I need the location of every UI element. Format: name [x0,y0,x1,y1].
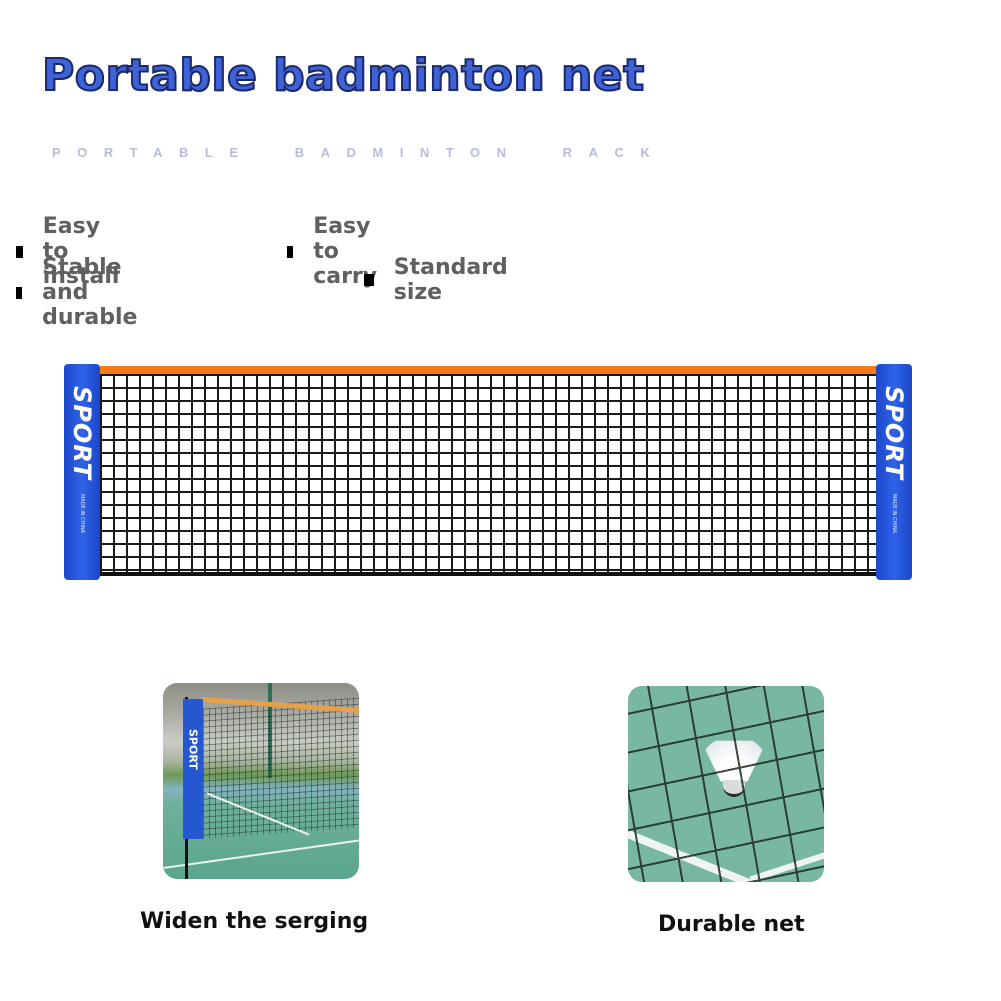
page-subtitle: PORTABLE BADMINTON RACK [52,145,667,160]
mini-pole-label: SPORT [186,729,200,770]
net-top-band [100,366,878,374]
net-mesh-closeup [628,686,824,882]
pole-small-text: MADE IN CHINA [79,494,85,534]
net-bottom-cord [100,572,878,576]
court-line [163,839,359,869]
net-mesh [100,374,878,574]
feature-label: Standard size [393,255,508,305]
pole-label: SPORT [68,386,96,481]
detail-caption: Durable net [658,912,805,937]
shuttlecock-in-net-photo [628,686,824,882]
page-title: Portable badminton net [41,49,645,102]
square-bullet-icon [287,245,294,258]
pole-small-text: MADE IN CHINA [891,494,897,534]
square-bullet-icon [16,286,23,299]
mini-pole-sleeve: SPORT [183,699,203,839]
product-net-image: SPORT MADE IN CHINA SPORT MADE IN CHINA [62,364,912,582]
square-bullet-icon [364,274,374,286]
left-pole-sleeve: SPORT MADE IN CHINA [64,364,100,580]
net-on-court-photo: SPORT [163,683,359,879]
feature-label: Stable and durable [42,255,138,330]
pole-label: SPORT [880,386,908,481]
feature-item: Standard size [364,255,512,305]
mini-net [203,697,359,839]
detail-caption: Widen the serging [140,909,369,934]
right-pole-sleeve: SPORT MADE IN CHINA [876,364,912,580]
feature-item: Stable and durable [16,255,145,330]
